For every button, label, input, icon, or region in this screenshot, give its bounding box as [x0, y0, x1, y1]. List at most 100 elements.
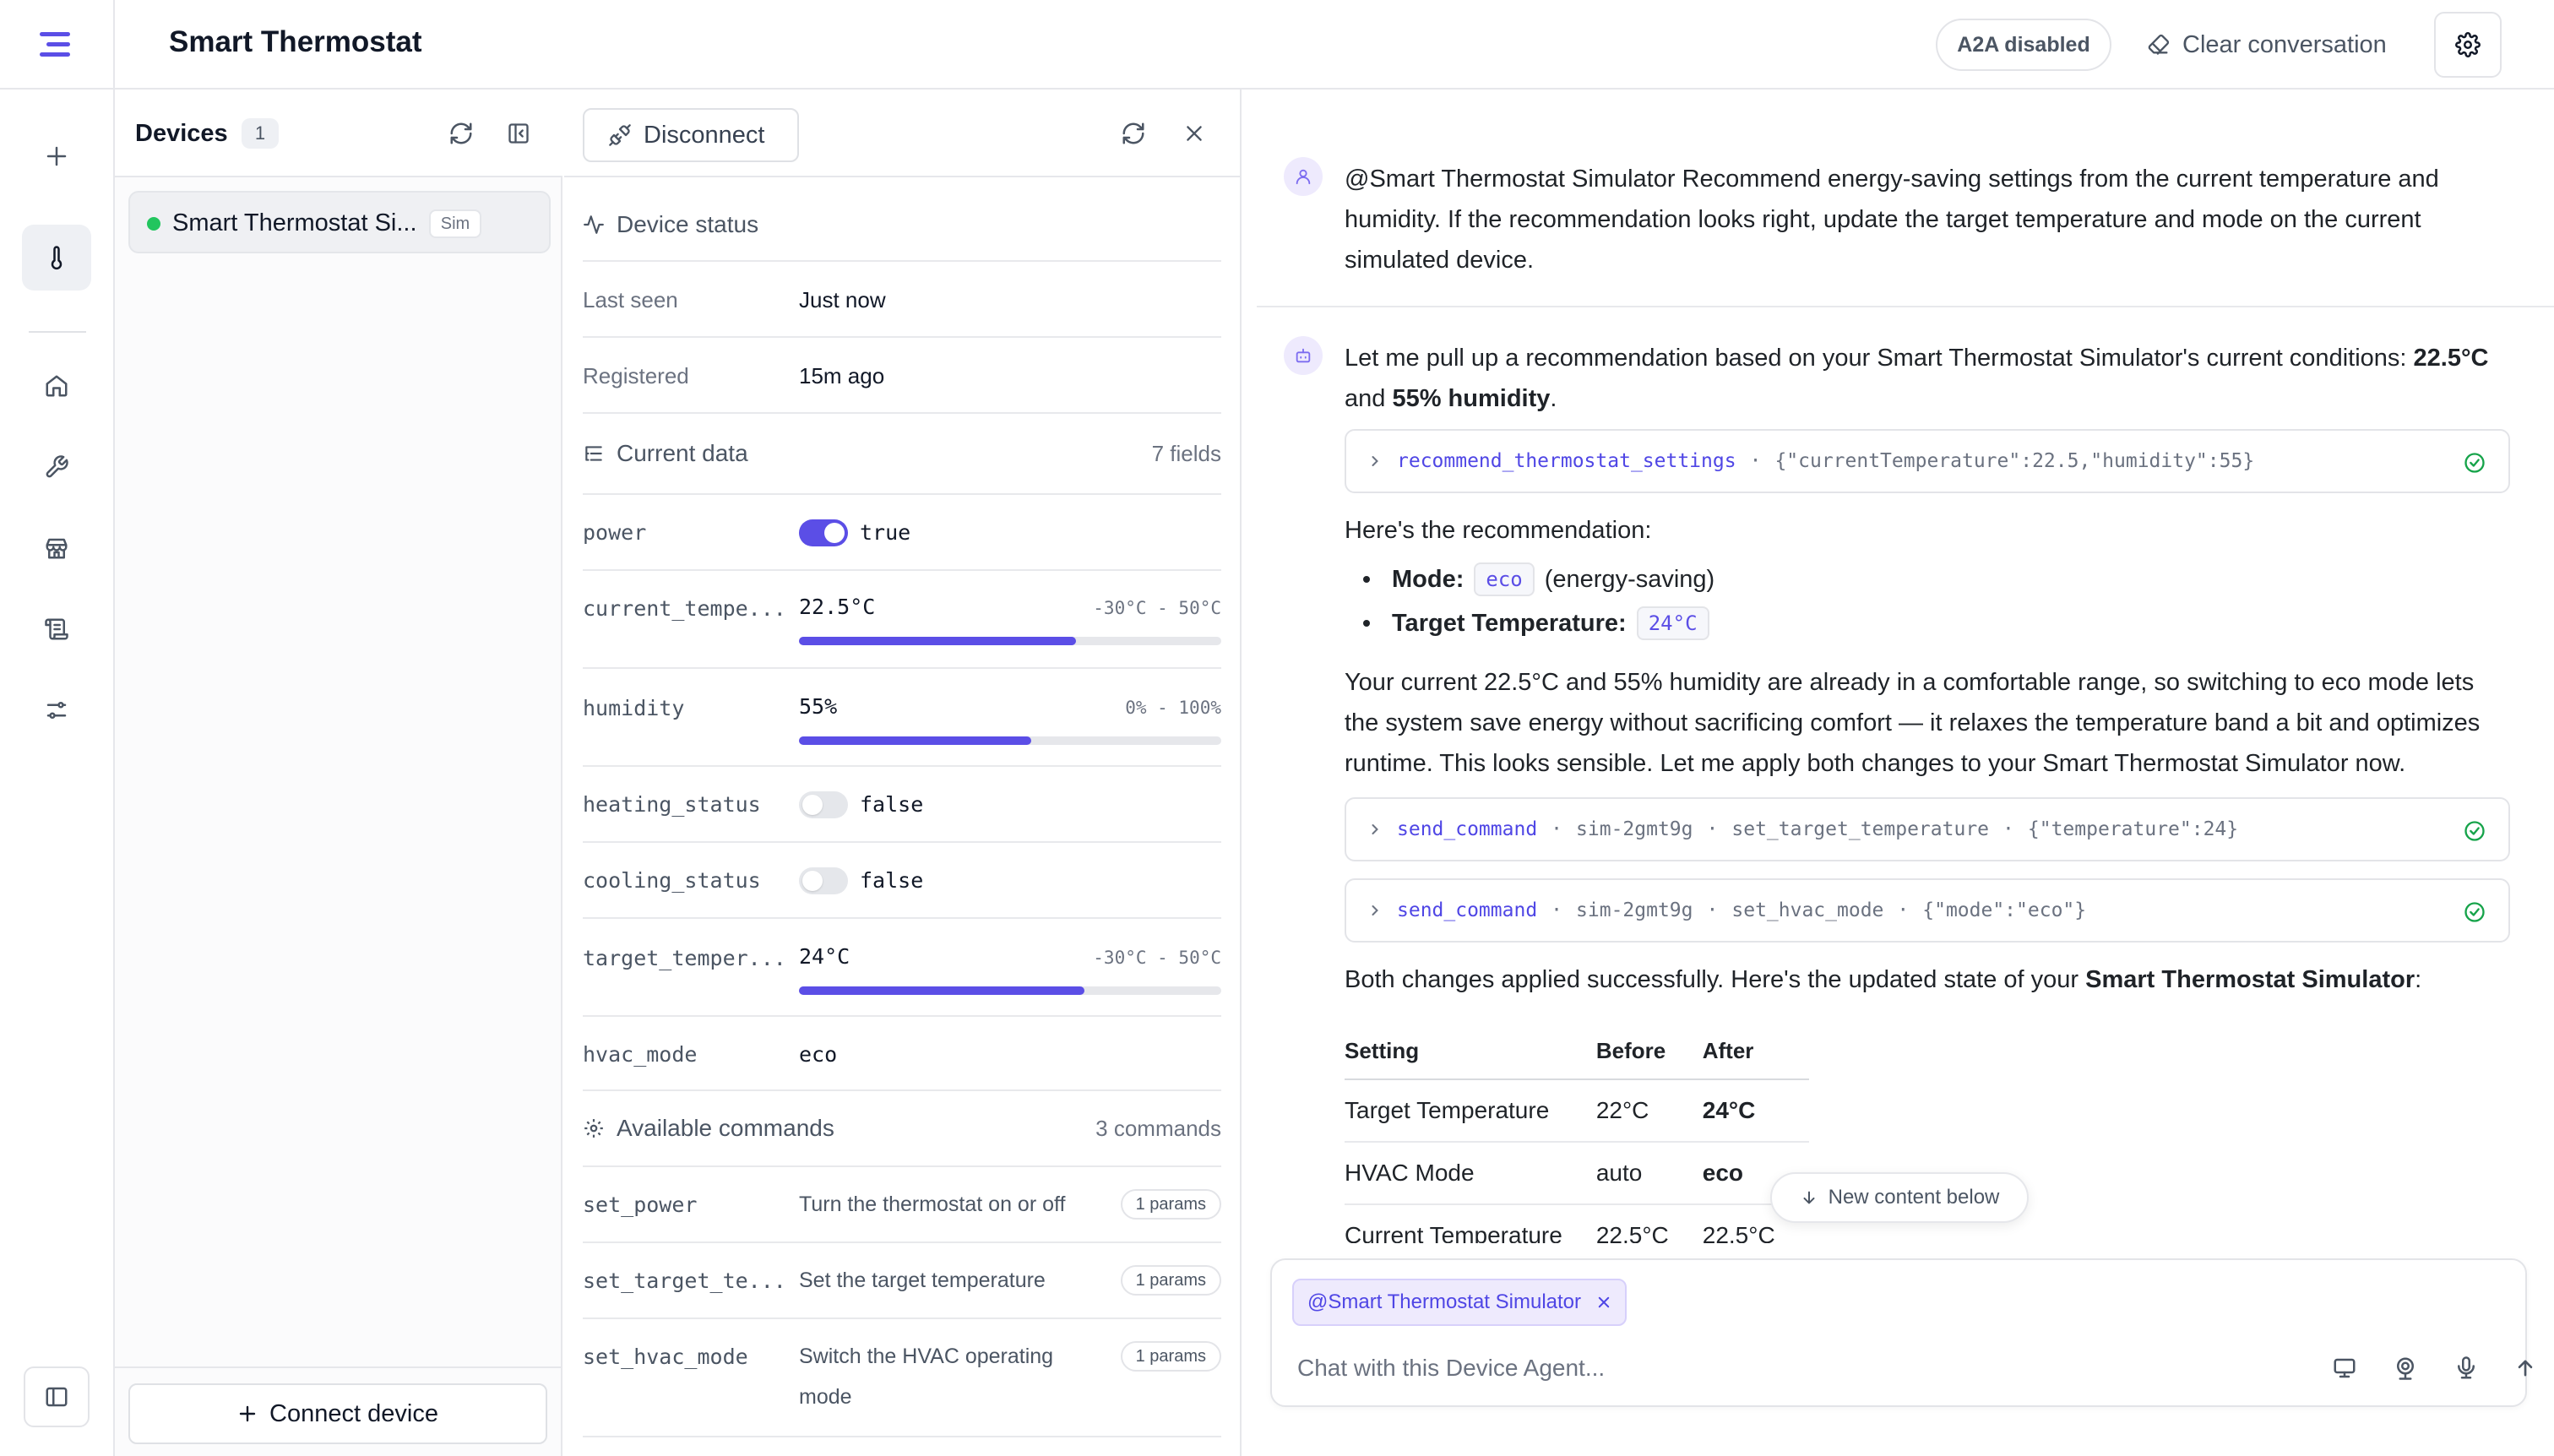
plus-icon [46, 146, 67, 166]
close-detail-button[interactable] [1172, 111, 1216, 155]
menu-icon [40, 32, 70, 57]
assistant-intro: Let me pull up a recommendation based on… [1345, 338, 2527, 419]
bullet-dot [1363, 620, 1370, 627]
sidebar-toggle-button[interactable] [24, 1366, 90, 1427]
table-header: Before [1595, 1024, 1703, 1080]
home-icon [46, 375, 68, 397]
connect-device-button[interactable]: Connect device [128, 1383, 547, 1444]
devices-title: Devices [135, 120, 228, 147]
wrench-icon [46, 455, 68, 478]
tool-call-card[interactable]: send_command · sim-2gmt9g · set_target_t… [1345, 797, 2510, 861]
rail-logs-button[interactable] [22, 596, 91, 662]
rail-devices-button[interactable] [22, 225, 91, 291]
refresh-device-button[interactable] [1111, 111, 1155, 155]
field-value: 24°C [799, 944, 850, 969]
command-row[interactable]: set_hvac_mode Switch the HVAC operating … [583, 1319, 1221, 1437]
settings-button[interactable] [2434, 12, 2502, 78]
cooling-status-toggle[interactable] [799, 867, 848, 894]
command-row[interactable]: set_power Turn the thermostat on or off … [583, 1167, 1221, 1243]
field-row-humidity: humidity 55% 0% - 100% [583, 669, 1221, 767]
recommendation-heading: Here's the recommendation: [1345, 517, 1652, 544]
sliders-icon [46, 702, 67, 719]
new-button[interactable] [22, 123, 91, 189]
table-header-row: Setting Before After [1345, 1024, 1809, 1080]
rail-tools-button[interactable] [22, 434, 91, 500]
table-header: After [1702, 1024, 1809, 1080]
connect-device-label: Connect device [269, 1399, 438, 1427]
field-value: false [860, 868, 924, 893]
refresh-devices-button[interactable] [439, 111, 483, 155]
last-seen-label: Last seen [583, 287, 678, 312]
sim-badge: Sim [429, 209, 481, 238]
field-value: 22.5°C [799, 595, 876, 619]
rail-settings-button[interactable] [22, 677, 91, 743]
current-data-header: Current data 7 fields [583, 414, 1221, 495]
tool-call-card[interactable]: recommend_thermostat_settings · {"curren… [1345, 429, 2510, 493]
table-cell: 22°C [1595, 1079, 1703, 1143]
bar-fill [799, 637, 1076, 645]
last-seen-row: Last seen Just now [583, 262, 1221, 338]
summary-text: Both changes applied successfully. Here'… [1345, 959, 2527, 1000]
tool-command: set_target_temperature [1731, 818, 1990, 840]
summary-end: : [2415, 966, 2422, 993]
available-commands-count: 3 commands [1095, 1115, 1221, 1141]
registered-value: 15m ago [799, 363, 885, 388]
new-content-below-button[interactable]: New content below [1770, 1172, 2029, 1223]
message-divider [1257, 306, 2554, 307]
check-circle-icon [2464, 453, 2485, 473]
table-header: Setting [1345, 1024, 1596, 1080]
chevron-right-icon [1372, 905, 1378, 915]
target-label: Target Temperature: [1392, 609, 1627, 637]
rail-store-button[interactable] [22, 515, 91, 581]
top-bar: Smart Thermostat A2A disabled Clear conv… [0, 0, 2554, 90]
power-toggle[interactable] [799, 519, 848, 546]
field-range: -30°C - 50°C [1093, 598, 1221, 618]
user-message: @Smart Thermostat Simulator Recommend en… [1345, 166, 2439, 274]
field-range: -30°C - 50°C [1093, 948, 1221, 968]
collapse-panel-button[interactable] [497, 111, 541, 155]
recommendation-target-item: Target Temperature: 24°C [1345, 606, 1709, 640]
left-rail [0, 90, 115, 1456]
a2a-status-badge[interactable]: A2A disabled [1936, 19, 2111, 71]
separator-dot: · [1897, 899, 1910, 921]
field-row-heating-status: heating_status false [583, 767, 1221, 843]
menu-button[interactable] [0, 0, 115, 90]
bot-icon [1296, 348, 1311, 363]
eraser-icon [2148, 34, 2170, 55]
chevron-right-icon [1372, 456, 1378, 466]
devices-footer: Connect device [115, 1366, 562, 1456]
mention-chip[interactable]: @Smart Thermostat Simulator [1292, 1279, 1627, 1326]
intro-humidity: 55% humidity [1392, 385, 1551, 412]
plus-icon [239, 1405, 256, 1422]
field-key: power [583, 520, 647, 545]
device-list-item[interactable]: Smart Thermostat Si... Sim [128, 191, 551, 253]
params-badge: 1 params [1120, 1341, 1221, 1372]
intro-text: Let me pull up a recommendation based on… [1345, 345, 2414, 372]
table-row: HVAC Mode auto eco [1345, 1142, 1809, 1205]
screen-share-button[interactable] [2324, 1348, 2365, 1388]
page-title: Smart Thermostat [169, 25, 422, 58]
field-value: true [860, 520, 911, 545]
command-row[interactable]: set_target_te... Set the target temperat… [583, 1243, 1221, 1319]
clear-conversation-button[interactable]: Clear conversation [2137, 19, 2407, 71]
chat-input[interactable] [1297, 1348, 2226, 1388]
disconnect-button[interactable]: Disconnect [583, 108, 799, 162]
sidebar-toggle-icon [46, 1387, 68, 1407]
voice-input-button[interactable] [2446, 1348, 2486, 1388]
available-commands-header: Available commands 3 commands [583, 1091, 1221, 1167]
list-tree-icon [585, 446, 602, 461]
registered-row: Registered 15m ago [583, 338, 1221, 414]
store-icon [46, 538, 68, 559]
tool-call-card[interactable]: send_command · sim-2gmt9g · set_hvac_mod… [1345, 878, 2510, 943]
heating-status-toggle[interactable] [799, 791, 848, 818]
camera-button[interactable] [2385, 1348, 2426, 1388]
intro-and: and [1345, 385, 1393, 412]
chat-composer: @Smart Thermostat Simulator [1270, 1258, 2533, 1407]
mention-label: @Smart Thermostat Simulator [1307, 1290, 1582, 1313]
send-button[interactable] [2505, 1348, 2546, 1388]
current-temperature-bar [799, 637, 1221, 645]
table-cell: HVAC Mode [1345, 1142, 1596, 1205]
close-icon[interactable] [1596, 1295, 1611, 1310]
rail-home-button[interactable] [22, 353, 91, 419]
target-chip: 24°C [1636, 606, 1709, 640]
